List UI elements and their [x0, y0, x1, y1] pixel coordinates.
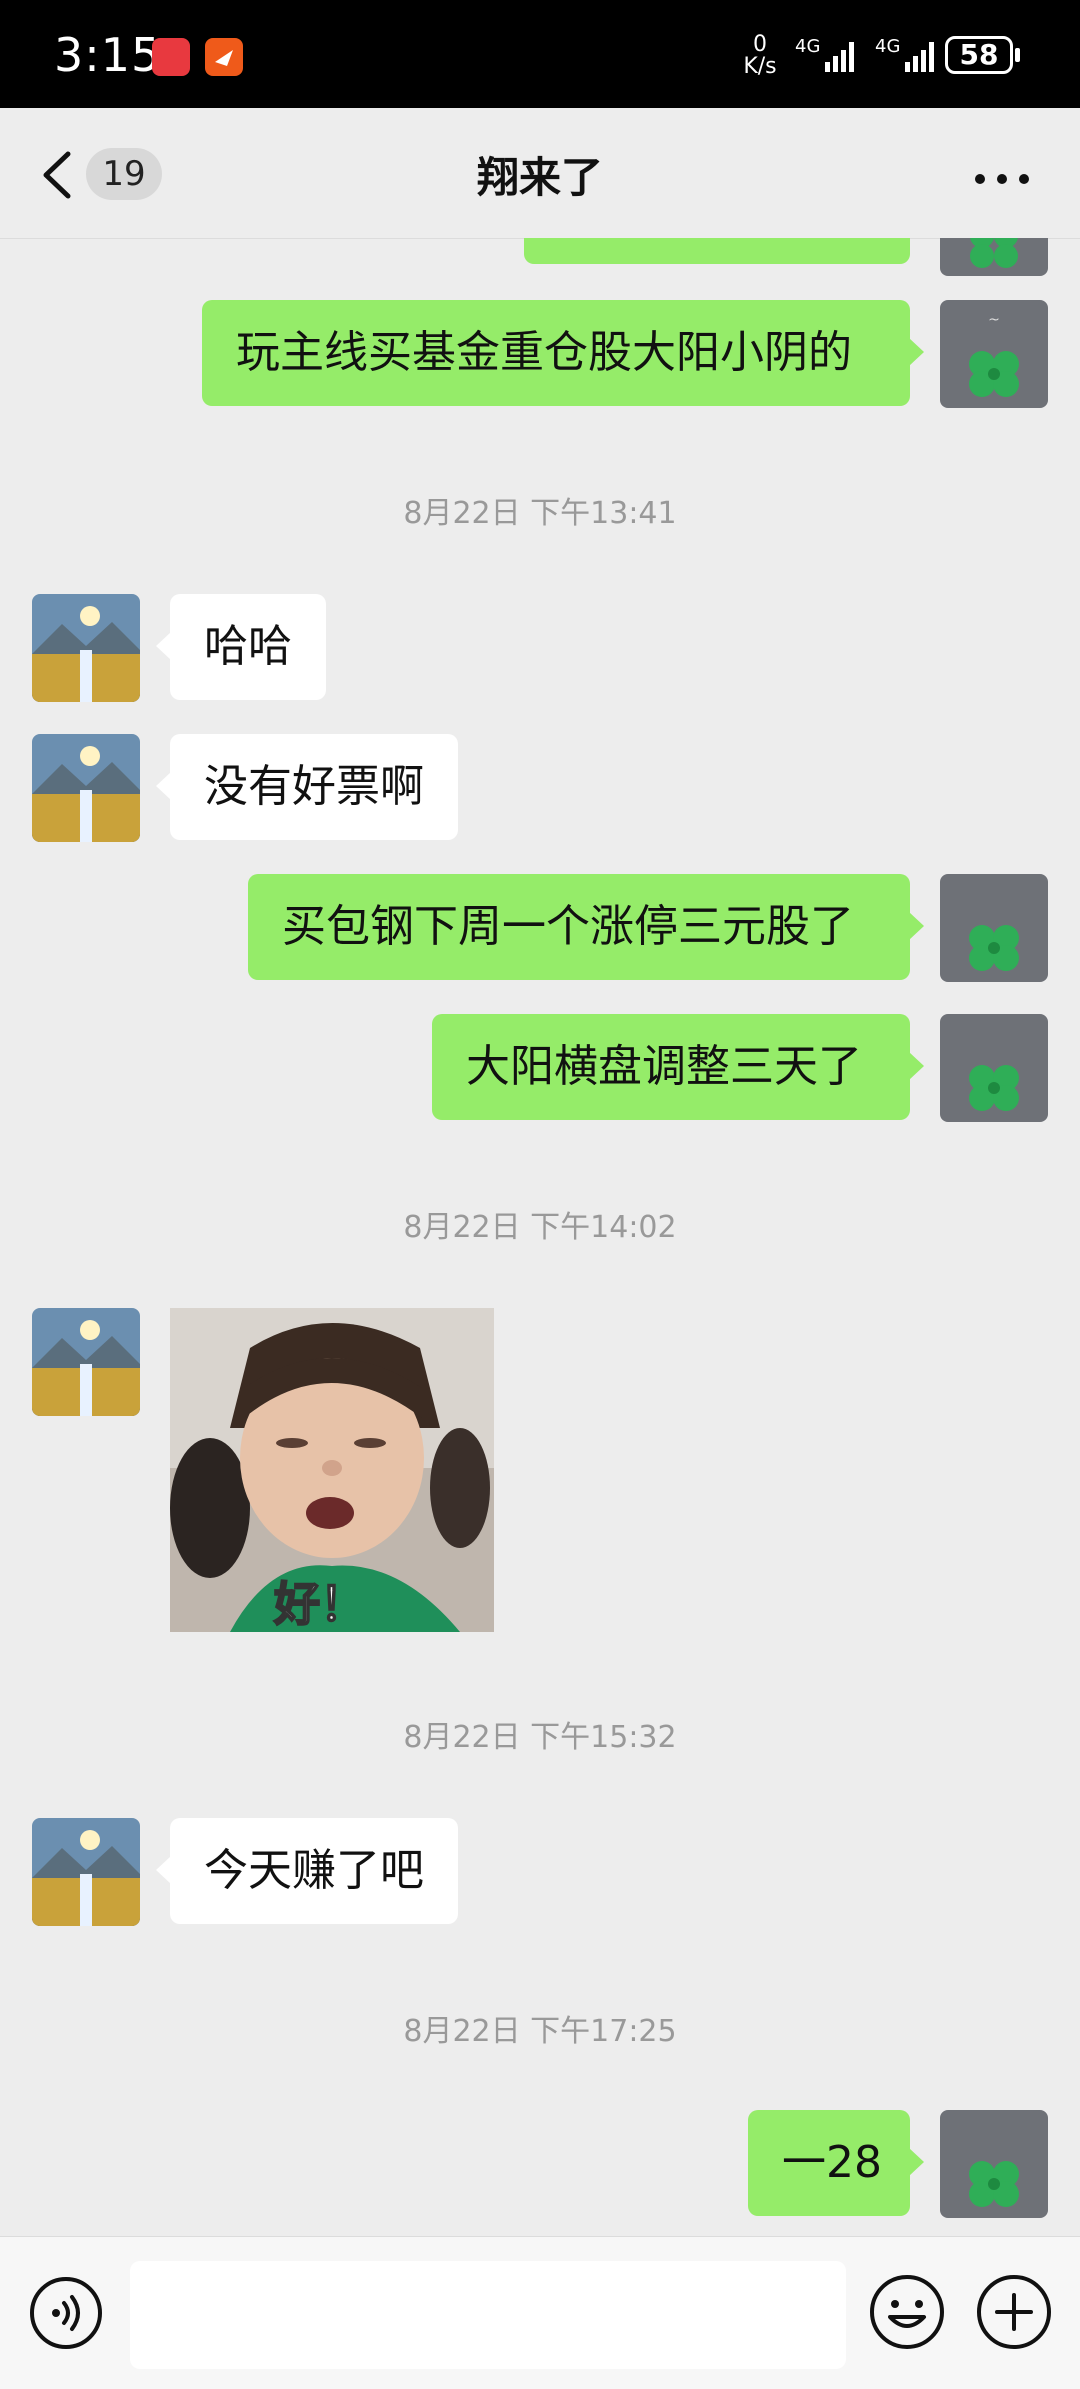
message-bubble-out[interactable]: 一28	[748, 2110, 924, 2216]
net-speed-unit: K/s	[743, 54, 777, 79]
message-list[interactable]: 玩主线买基金重仓股大阳小阴的 ~ 8月22日 下午13:41 哈哈 没有好票啊 …	[0, 238, 1080, 2236]
contact-avatar[interactable]	[32, 734, 140, 842]
plus-icon[interactable]	[975, 2273, 1053, 2351]
message-input[interactable]	[130, 2261, 846, 2369]
timestamp: 8月22日 下午13:41	[403, 496, 677, 531]
huawei-appgallery-icon	[152, 38, 190, 76]
sticker-image[interactable]: 好！	[170, 1308, 494, 1632]
chat-header: 19 翔来了	[0, 108, 1080, 239]
contact-avatar[interactable]	[32, 1308, 140, 1416]
network-speed: 0 K/s	[740, 34, 780, 78]
sticker-caption: 好！	[273, 1577, 366, 1631]
sim2-label: 4G	[875, 36, 900, 57]
my-avatar[interactable]	[940, 2110, 1048, 2218]
contact-avatar[interactable]	[32, 1818, 140, 1926]
status-bar: 3:15 0 K/s 4G 4G 58	[0, 0, 1080, 108]
input-bar	[0, 2236, 1080, 2389]
battery-tip	[1015, 48, 1020, 62]
message-bubble-in[interactable]: 没有好票啊	[156, 734, 458, 840]
my-avatar[interactable]	[940, 1014, 1048, 1122]
emoji-icon[interactable]	[868, 2273, 946, 2351]
signal-icon-sim2: 4G	[875, 36, 945, 80]
more-icon[interactable]	[974, 170, 1030, 184]
message-bubble-in[interactable]: 哈哈	[156, 594, 326, 700]
my-avatar[interactable]: ~	[940, 300, 1048, 408]
contact-avatar[interactable]	[32, 594, 140, 702]
message-bubble-partial[interactable]	[524, 238, 910, 264]
status-time: 3:15	[54, 28, 162, 82]
message-bubble-out[interactable]: 买包钢下周一个涨停三元股了	[248, 874, 924, 980]
voice-icon[interactable]	[28, 2275, 104, 2351]
net-speed-value: 0	[753, 32, 767, 57]
message-bubble-out[interactable]: 大阳横盘调整三天了	[432, 1014, 924, 1120]
message-bubble-out[interactable]: 玩主线买基金重仓股大阳小阴的	[202, 300, 924, 406]
message-bubble-in[interactable]: 今天赚了吧	[156, 1818, 458, 1924]
chat-title: 翔来了	[476, 153, 603, 202]
timestamp: 8月22日 下午14:02	[403, 1210, 677, 1245]
battery-indicator: 58	[945, 36, 1013, 74]
timestamp: 8月22日 下午17:25	[403, 2014, 677, 2049]
signal-icon-sim1: 4G	[795, 36, 865, 80]
timestamp: 8月22日 下午15:32	[403, 1720, 677, 1755]
my-avatar[interactable]	[940, 874, 1048, 982]
sim1-label: 4G	[795, 36, 820, 57]
app-notification-icon	[205, 38, 243, 76]
svg-text:~: ~	[988, 312, 1000, 328]
my-avatar[interactable]	[940, 238, 1048, 276]
